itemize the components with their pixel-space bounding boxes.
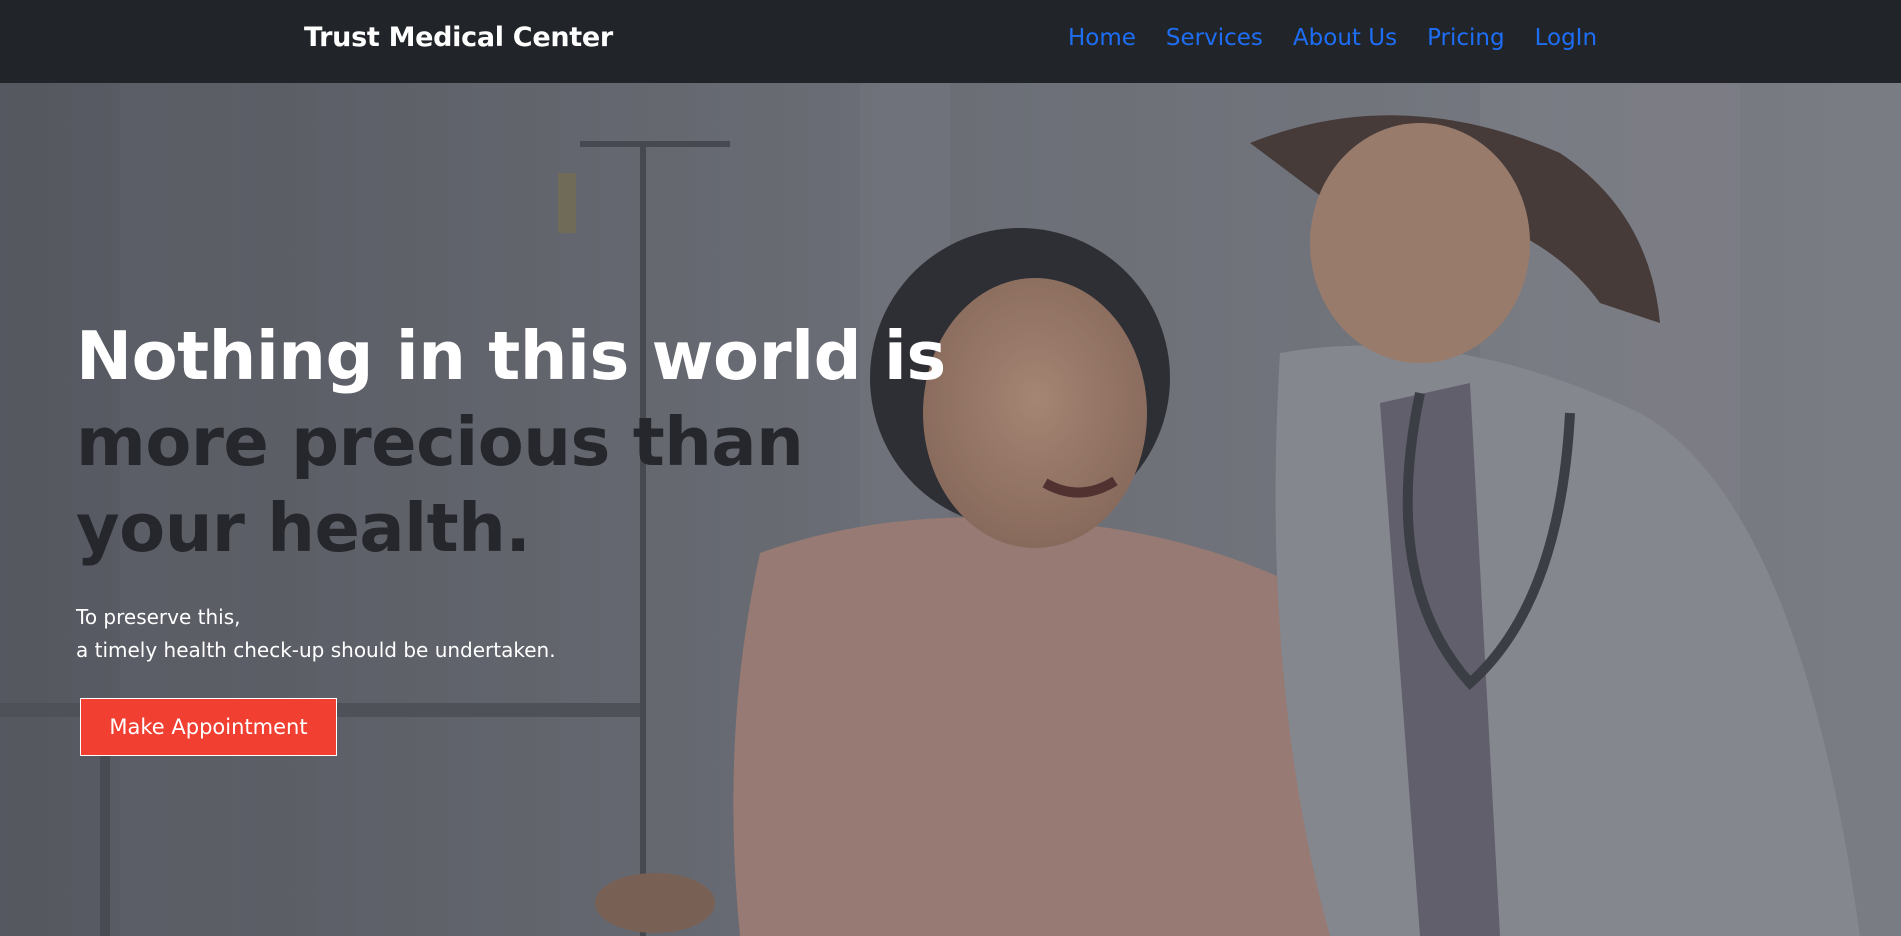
nav-link-home[interactable]: Home <box>1068 25 1136 51</box>
brand-logo[interactable]: Trust Medical Center <box>304 22 613 53</box>
navbar: Trust Medical Center Home Services About… <box>0 0 1901 83</box>
headline-line-1: Nothing in this world is <box>76 317 946 395</box>
nav-link-about-us[interactable]: About Us <box>1293 25 1397 51</box>
headline-line-3: your health. <box>76 489 531 567</box>
nav-link-pricing[interactable]: Pricing <box>1427 25 1505 51</box>
nav-link-services[interactable]: Services <box>1166 25 1263 51</box>
hero-subtext: To preserve this, a timely health check-… <box>76 601 556 667</box>
subtext-line-1: To preserve this, <box>76 605 241 629</box>
headline-line-2: more precious than <box>76 403 804 481</box>
hero-headline: Nothing in this world is more precious t… <box>76 313 946 571</box>
subtext-line-2: a timely health check-up should be under… <box>76 638 556 662</box>
hero-section: Nothing in this world is more precious t… <box>0 83 1901 936</box>
nav-links: Home Services About Us Pricing LogIn <box>1068 25 1597 51</box>
nav-link-login[interactable]: LogIn <box>1535 25 1597 51</box>
make-appointment-button[interactable]: Make Appointment <box>80 698 337 756</box>
